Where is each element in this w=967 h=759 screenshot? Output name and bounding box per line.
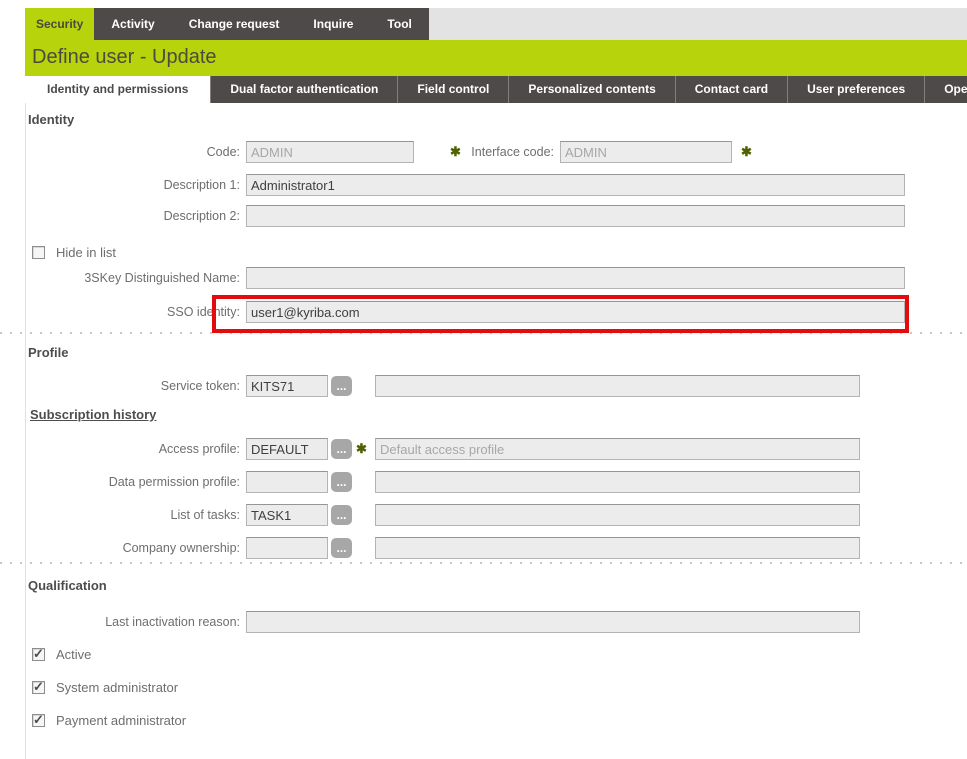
- interface-code-input[interactable]: [560, 141, 732, 163]
- menu-item-security[interactable]: Security: [25, 8, 94, 40]
- menu-item-inquire[interactable]: Inquire: [296, 8, 370, 40]
- define-user-page: Security Activity Change request Inquire…: [0, 0, 967, 759]
- description2-row: Description 2:: [0, 204, 967, 228]
- data-permission-lookup-button[interactable]: ...: [331, 472, 352, 492]
- system-admin-label: System administrator: [56, 680, 178, 695]
- sso-identity-row: SSO identity:: [0, 300, 967, 324]
- menu-item-activity[interactable]: Activity: [94, 8, 171, 40]
- code-label: Code:: [0, 140, 240, 164]
- hide-in-list-checkbox[interactable]: [32, 246, 45, 259]
- tab-user-preferences[interactable]: User preferences: [787, 76, 924, 103]
- check-icon: ✓: [33, 681, 44, 692]
- payment-admin-label: Payment administrator: [56, 713, 186, 728]
- description2-label: Description 2:: [0, 204, 240, 228]
- access-profile-input[interactable]: [246, 438, 328, 460]
- title-bar: Define user - Update: [25, 40, 967, 76]
- description1-label: Description 1:: [0, 173, 240, 197]
- page-title: Define user - Update: [25, 40, 967, 75]
- last-inactivation-input[interactable]: [246, 611, 860, 633]
- payment-admin-checkbox[interactable]: ✓: [32, 714, 45, 727]
- interface-code-label: Interface code:: [428, 140, 554, 164]
- system-admin-checkbox[interactable]: ✓: [32, 681, 45, 694]
- section-divider: [0, 332, 967, 334]
- last-inactivation-label: Last inactivation reason:: [0, 610, 240, 634]
- access-profile-lookup-button[interactable]: ...: [331, 439, 352, 459]
- required-icon: ✱: [356, 441, 367, 457]
- service-token-description: [375, 375, 860, 397]
- access-profile-row: Access profile: ... ✱: [0, 437, 967, 461]
- check-icon: ✓: [33, 648, 44, 659]
- menu-item-change-request[interactable]: Change request: [172, 8, 297, 40]
- hide-in-list-row: Hide in list: [32, 243, 116, 261]
- required-icon: ✱: [741, 144, 752, 160]
- system-admin-row: ✓ System administrator: [32, 678, 178, 696]
- company-ownership-input[interactable]: [246, 537, 328, 559]
- last-inactivation-row: Last inactivation reason:: [0, 610, 967, 634]
- company-ownership-lookup-button[interactable]: ...: [331, 538, 352, 558]
- tab-personalized-contents[interactable]: Personalized contents: [508, 76, 674, 103]
- menu-filler: [429, 8, 967, 40]
- tab-identity-and-permissions[interactable]: Identity and permissions: [25, 76, 210, 103]
- section-qualification: Qualification: [28, 578, 107, 593]
- list-of-tasks-input[interactable]: [246, 504, 328, 526]
- tab-bar: Identity and permissions Dual factor aut…: [25, 76, 967, 103]
- service-token-row: Service token: ...: [0, 374, 967, 398]
- sskey-row: 3SKey Distinguished Name:: [0, 266, 967, 290]
- payment-admin-row: ✓ Payment administrator: [32, 711, 186, 729]
- company-ownership-description: [375, 537, 860, 559]
- tab-field-control[interactable]: Field control: [397, 76, 508, 103]
- menu-item-tool[interactable]: Tool: [370, 8, 428, 40]
- section-divider: [0, 562, 967, 564]
- company-ownership-row: Company ownership: ...: [0, 536, 967, 560]
- list-of-tasks-row: List of tasks: ...: [0, 503, 967, 527]
- sskey-input[interactable]: [246, 267, 905, 289]
- code-input[interactable]: [246, 141, 414, 163]
- active-row: ✓ Active: [32, 645, 91, 663]
- list-of-tasks-label: List of tasks:: [0, 503, 240, 527]
- data-permission-label: Data permission profile:: [0, 470, 240, 494]
- description1-input[interactable]: [246, 174, 905, 196]
- section-profile: Profile: [28, 345, 68, 360]
- sso-identity-input[interactable]: [246, 301, 905, 323]
- menu-group: Activity Change request Inquire Tool: [94, 8, 429, 40]
- tab-contact-card[interactable]: Contact card: [675, 76, 787, 103]
- active-label: Active: [56, 647, 91, 662]
- main-menu: Security Activity Change request Inquire…: [25, 8, 967, 40]
- content-left-border: [25, 103, 26, 759]
- service-token-input[interactable]: [246, 375, 328, 397]
- subscription-history-link[interactable]: Subscription history: [30, 407, 156, 422]
- description2-input[interactable]: [246, 205, 905, 227]
- check-icon: ✓: [33, 714, 44, 725]
- list-of-tasks-lookup-button[interactable]: ...: [331, 505, 352, 525]
- section-identity: Identity: [28, 112, 74, 127]
- description1-row: Description 1:: [0, 173, 967, 197]
- data-permission-row: Data permission profile: ...: [0, 470, 967, 494]
- access-profile-label: Access profile:: [0, 437, 240, 461]
- code-row: Code: ✱ Interface code: ✱: [0, 140, 967, 164]
- sso-identity-label: SSO identity:: [0, 300, 240, 324]
- active-checkbox[interactable]: ✓: [32, 648, 45, 661]
- tab-dual-factor-authentication[interactable]: Dual factor authentication: [210, 76, 397, 103]
- tab-open[interactable]: Open: [924, 76, 967, 103]
- data-permission-description: [375, 471, 860, 493]
- company-ownership-label: Company ownership:: [0, 536, 240, 560]
- hide-in-list-label: Hide in list: [56, 245, 116, 260]
- access-profile-description: [375, 438, 860, 460]
- data-permission-input[interactable]: [246, 471, 328, 493]
- service-token-label: Service token:: [0, 374, 240, 398]
- list-of-tasks-description: [375, 504, 860, 526]
- sskey-label: 3SKey Distinguished Name:: [0, 266, 240, 290]
- service-token-lookup-button[interactable]: ...: [331, 376, 352, 396]
